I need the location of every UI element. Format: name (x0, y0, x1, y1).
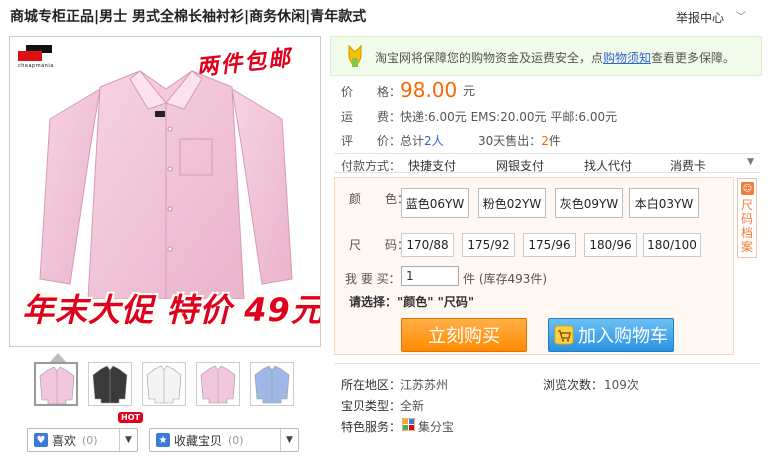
notice-text: 淘宝网将保障您的购物资金及运费安全，点购物须知查看更多保障。 (375, 51, 736, 65)
size-chart-label: 尺码档案 (741, 198, 754, 254)
price-unit: 元 (463, 84, 476, 98)
shipping-label: 运 费： (341, 110, 402, 124)
shirt-thumbnail-image (92, 365, 128, 404)
pay-method-quick[interactable]: 快捷支付 (408, 157, 456, 174)
views-label: 浏览次数： (543, 378, 604, 392)
promo-banner: 年末大促 特价 49元 (22, 291, 321, 329)
service-link[interactable]: 集分宝 (418, 418, 454, 435)
sku-panel: 颜 色： 蓝色06YW 粉色02YW 灰色09YW 本白03YW 尺 码： 17… (334, 177, 734, 355)
size-option[interactable]: 180/100 (643, 233, 701, 257)
report-center-link[interactable]: 举报中心 (676, 9, 724, 26)
price-label: 价 格： (341, 85, 402, 99)
shield-icon (348, 44, 362, 67)
rating-label: 评 价： (341, 134, 402, 148)
size-chart-tab[interactable]: ☺ 尺码档案 (737, 178, 757, 258)
thumbnail[interactable] (88, 362, 132, 406)
shipping-value: 快递:6.00元 EMS:20.00元 平邮:6.00元 (400, 110, 618, 124)
hot-badge: HOT (118, 412, 143, 423)
selection-prompt: 请选择："颜色" "尺码" (349, 295, 475, 309)
person-icon: ☺ (741, 182, 754, 195)
favorite-label: 收藏宝贝 (174, 433, 223, 448)
sold-info: 30天售出：2件 (478, 134, 561, 148)
shirt-image (39, 70, 293, 299)
thumbnail[interactable] (34, 362, 78, 406)
quantity-input[interactable] (401, 266, 459, 286)
shirt-thumbnail-image (39, 366, 75, 404)
color-option[interactable]: 灰色09YW (555, 188, 623, 218)
pay-method-proxy[interactable]: 找人代付 (584, 157, 632, 174)
main-product-image[interactable]: cheapmania 两件包邮 年末大促 特价 49元 (9, 36, 321, 347)
color-label: 颜 色： (349, 192, 410, 206)
color-option[interactable]: 蓝色06YW (401, 188, 469, 218)
favorite-dropdown-icon[interactable]: ▼ (280, 429, 298, 451)
thumbnail[interactable] (196, 362, 240, 406)
like-button[interactable]: ♥ 喜欢 (0) ▼ (27, 428, 138, 452)
pay-method-card[interactable]: 消费卡 (670, 157, 706, 174)
like-count: (0) (82, 433, 98, 447)
thumbnail[interactable] (142, 362, 186, 406)
item-type-label: 宝贝类型： (341, 399, 402, 413)
cart-icon (554, 325, 574, 345)
product-title: 商城专柜正品|男士 男式全棉长袖衬衫|商务休闲|青年款式 (10, 9, 367, 25)
rating-count-link[interactable]: 2人 (424, 134, 444, 148)
divider (334, 363, 760, 364)
price-value: 98.00 (400, 78, 458, 102)
size-option[interactable]: 175/96 (523, 233, 576, 257)
security-notice: 淘宝网将保障您的购物资金及运费安全，点购物须知查看更多保障。 (330, 36, 762, 76)
size-option[interactable]: 180/96 (584, 233, 637, 257)
buy-now-button[interactable]: 立刻购买 (401, 318, 527, 352)
thumbnail[interactable] (250, 362, 294, 406)
shopping-guide-link[interactable]: 购物须知 (603, 51, 651, 65)
add-to-cart-label: 加入购物车 (578, 326, 668, 347)
size-option[interactable]: 170/88 (401, 233, 454, 257)
location-value: 江苏苏州 (400, 378, 449, 392)
shirt-thumbnail-image (200, 365, 236, 404)
payment-label: 付款方式： (341, 159, 402, 173)
item-type-value: 全新 (400, 399, 425, 413)
thumbnail-pointer (50, 353, 66, 362)
heart-icon: ♥ (34, 433, 48, 447)
payment-methods-bar: 付款方式： 快捷支付 网银支付 找人代付 消费卡 ▼ (334, 153, 760, 173)
pay-method-online-bank[interactable]: 网银支付 (496, 157, 544, 174)
size-option[interactable]: 175/92 (462, 233, 515, 257)
color-option[interactable]: 本白03YW (629, 188, 699, 218)
color-option[interactable]: 粉色02YW (478, 188, 546, 218)
rating-value: 总计2人 (400, 134, 444, 148)
add-to-cart-button[interactable]: 加入购物车 (548, 318, 674, 352)
quantity-label: 我 要 买： (345, 272, 401, 286)
shirt-thumbnail-image (254, 365, 290, 404)
chevron-down-icon[interactable]: ﹀ (736, 8, 746, 23)
views-value: 109次 (604, 378, 639, 392)
service-label: 特色服务： (341, 420, 402, 434)
size-label: 尺 码： (349, 238, 410, 252)
stock-info: 件 (库存493件) (463, 272, 548, 286)
sold-count: 2 (541, 134, 549, 148)
favorite-count: (0) (228, 433, 244, 447)
bookmark-icon: ★ (156, 433, 170, 447)
like-label: 喜欢 (52, 433, 77, 448)
favorite-button[interactable]: ★ 收藏宝贝 (0) ▼ (149, 428, 299, 452)
like-dropdown-icon[interactable]: ▼ (119, 429, 137, 451)
payment-expand-icon[interactable]: ▼ (747, 157, 754, 167)
shirt-thumbnail-image (146, 365, 182, 404)
location-label: 所在地区： (341, 378, 402, 392)
jifenbao-icon (402, 418, 415, 431)
